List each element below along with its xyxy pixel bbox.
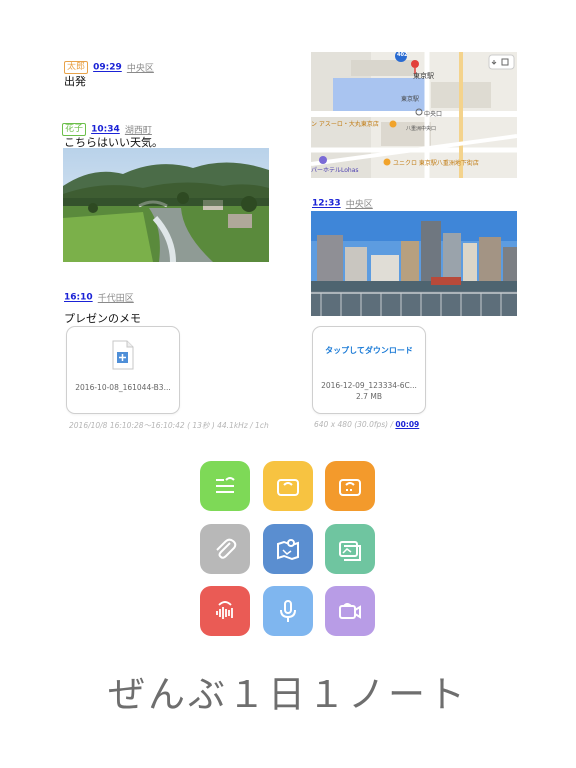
map-badge: 402 [397,52,408,58]
entry-place-link[interactable]: 中央区 [127,64,154,74]
entry-time-link[interactable]: 12:33 [312,199,341,209]
entry-time-link[interactable]: 09:29 [93,63,122,73]
map-thumbnail[interactable]: 402 東京駅 東京駅 中央口 ン アスーロ・大丸東京店 八重洲中央口 ユニクロ… [311,52,517,178]
microphone-icon[interactable] [263,586,313,636]
map-icon[interactable] [263,524,313,574]
file-caption: 2016/10/8 16:10:28〜16:10:42 ( 13秒 ) 44.1… [69,421,269,430]
map-label: ユニクロ 東京駅八重洲地下街店 [393,160,479,167]
video-caption: 640 x 480 (30.0fps) / 00:09 [314,420,419,429]
video-duration-link[interactable]: 00:09 [395,420,419,429]
entry-text: プレゼンのメモ [64,312,141,325]
map-label: 東京駅 [413,72,434,80]
audio-recorder-icon[interactable] [200,586,250,636]
map-label: ン アスーロ・大丸東京店 [311,121,379,128]
entry-place-link[interactable]: 千代田区 [98,294,134,304]
file-size: 2.7 MB [356,392,382,401]
video-camera-icon[interactable] [325,586,375,636]
entry-header: 16:10 千代田区 [64,287,134,306]
entry-time-link[interactable]: 16:10 [64,293,93,303]
audio-file-icon [111,340,135,370]
attachment-icon[interactable] [200,524,250,574]
file-attachment-card[interactable]: 2016-10-08_161044-B3... [66,326,180,414]
map-label: 八重洲中央口 [406,126,437,132]
entry-place-link[interactable]: 中央区 [346,200,373,210]
map-label: 東京駅 [401,96,420,103]
video-spec: 640 x 480 (30.0fps) / [314,420,393,429]
entry-time-link[interactable]: 10:34 [91,125,120,135]
map-label: パーホテルLohas [311,167,359,174]
entry-text: 出発 [64,75,86,88]
landscape-photo[interactable] [63,148,269,262]
video-file-card[interactable]: タップしてダウンロード 2016-12-09_123334-6C... 2.7 … [312,326,426,414]
photo-camera-icon[interactable] [325,461,375,511]
map-label: 中央口 [424,111,443,118]
file-name: 2016-12-09_123334-6C... [321,381,417,390]
entry-header: 12:33 中央区 [312,193,373,212]
download-button[interactable]: タップしてダウンロード [313,345,425,356]
note-icon[interactable] [200,461,250,511]
file-name: 2016-10-08_161044-B3... [75,383,171,392]
app-tagline: ぜんぶ１日１ノート [108,673,468,716]
city-photo[interactable] [311,211,517,316]
photos-icon[interactable] [325,524,375,574]
camera-icon[interactable] [263,461,313,511]
